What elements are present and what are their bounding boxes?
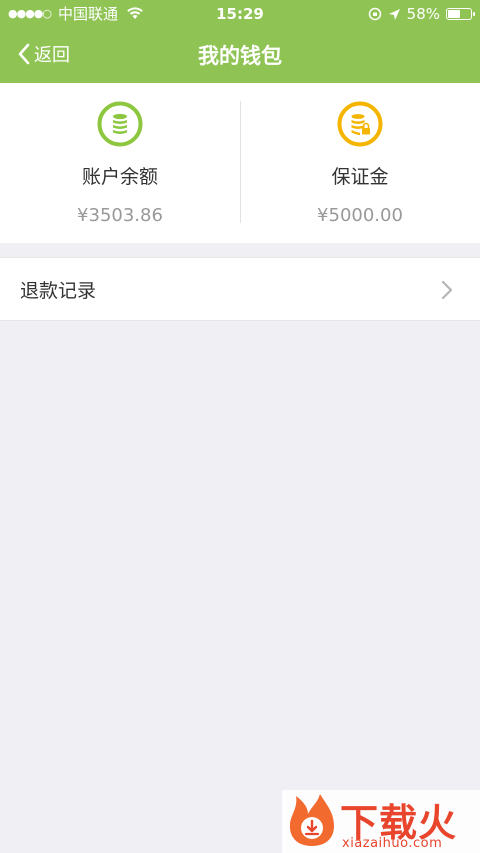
- refund-records-row[interactable]: 退款记录: [0, 257, 480, 321]
- chevron-right-icon: [441, 280, 453, 300]
- page-title: 我的钱包: [198, 44, 282, 68]
- nav-bar: 返回 我的钱包: [0, 28, 480, 83]
- battery-icon: [446, 8, 475, 20]
- refund-records-label: 退款记录: [20, 279, 97, 302]
- balance-coins-icon: [97, 101, 143, 147]
- column-divider: [240, 101, 241, 223]
- battery-percent: 58%: [406, 5, 440, 23]
- account-balance-item[interactable]: 账户余额 ¥3503.86: [0, 83, 240, 243]
- rotation-lock-icon: [368, 7, 381, 21]
- watermark-logo: 下载火 xiazaihuo.com: [282, 790, 480, 853]
- deposit-amount: ¥5000.00: [317, 205, 403, 226]
- balance-amount: ¥3503.86: [77, 205, 163, 226]
- watermark-url: xiazaihuo.com: [342, 836, 443, 851]
- deposit-lock-coins-icon: [337, 101, 383, 147]
- status-bar: ●●●●○ 中国联通 15:29 58%: [0, 0, 480, 28]
- top-bar: ●●●●○ 中国联通 15:29 58% 返回 我的钱包: [0, 0, 480, 83]
- location-arrow-icon: [388, 8, 400, 20]
- deposit-label: 保证金: [331, 166, 389, 188]
- flame-logo-icon: [289, 794, 334, 846]
- status-right: 58%: [368, 0, 475, 28]
- balance-label: 账户余额: [81, 166, 158, 188]
- battery-fill: [448, 10, 460, 18]
- deposit-item[interactable]: 保证金 ¥5000.00: [240, 83, 480, 243]
